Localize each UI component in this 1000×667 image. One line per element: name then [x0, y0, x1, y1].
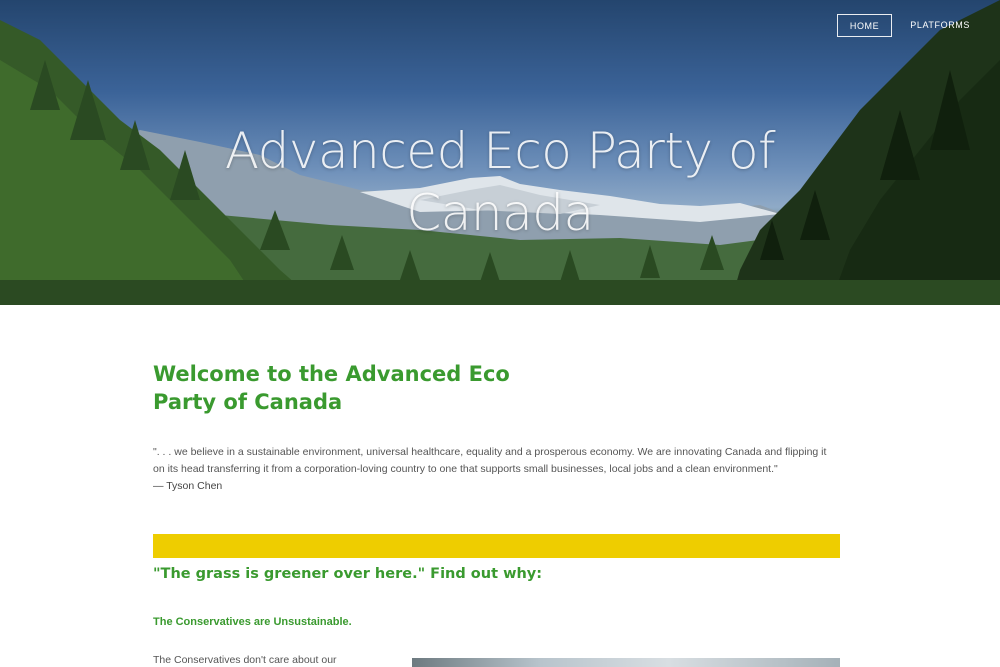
- nav-home-link[interactable]: HOME: [836, 14, 893, 37]
- yellow-divider-bar: [153, 534, 840, 558]
- top-navigation: HOME PLATFORMS: [836, 14, 982, 37]
- hero-title: Advanced Eco Party of Canada: [224, 122, 776, 242]
- nav-platforms-link[interactable]: PLATFORMS: [898, 14, 982, 37]
- conservatives-photo: [412, 658, 840, 667]
- conservatives-body-text: The Conservatives don't care about our: [153, 654, 337, 666]
- welcome-heading: Welcome to the Advanced Eco Party of Can…: [153, 362, 510, 414]
- quote-attribution: — Tyson Chen: [153, 480, 223, 492]
- intro-quote: ". . . we believe in a sustainable envir…: [153, 446, 827, 475]
- section-tagline: "The grass is greener over here." Find o…: [153, 566, 543, 582]
- intro-section: Welcome to the Advanced Eco Party of Can…: [153, 360, 840, 495]
- hero-banner: HOME PLATFORMS Advanced Eco Party of Can…: [0, 0, 1000, 305]
- conservatives-subheading: The Conservatives are Unsustainable.: [153, 616, 352, 628]
